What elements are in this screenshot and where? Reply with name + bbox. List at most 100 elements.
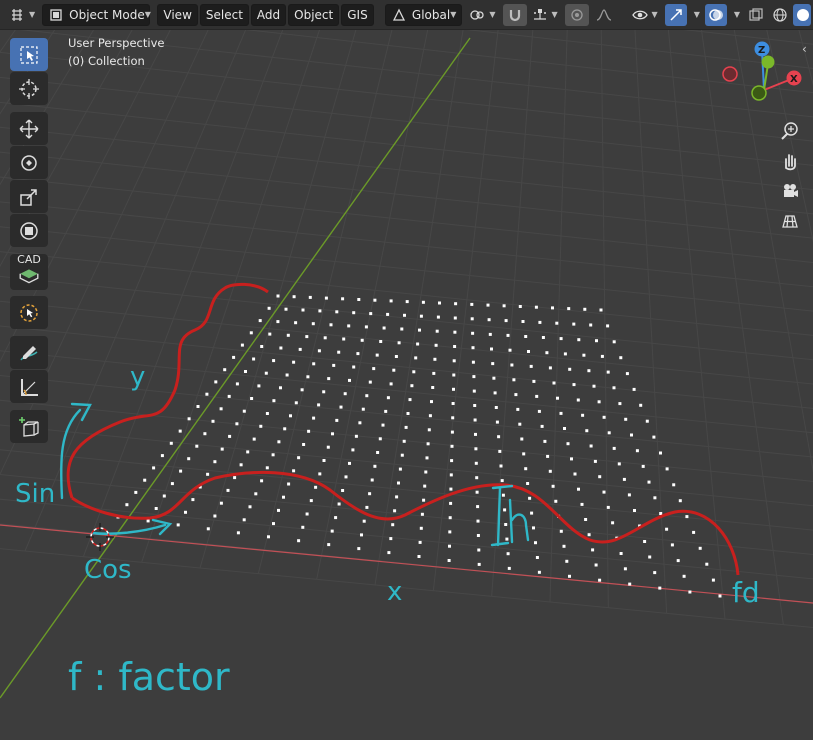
menu-view[interactable]: View xyxy=(157,3,198,26)
vertex-point xyxy=(475,490,479,494)
cursor-tool[interactable] xyxy=(10,72,48,105)
vertex-point xyxy=(395,495,399,499)
annotate-tool[interactable] xyxy=(10,336,48,369)
falloff-button[interactable] xyxy=(591,4,617,26)
pivot-point-button[interactable]: ▼ xyxy=(464,4,500,26)
vertex-point xyxy=(534,305,538,309)
vertex-point xyxy=(203,432,207,436)
vertex-point xyxy=(362,519,366,523)
sidebar-toggle-icon[interactable]: ‹ xyxy=(802,42,807,56)
vertex-point xyxy=(187,457,191,461)
vertex-point xyxy=(577,487,580,491)
move-tool[interactable] xyxy=(10,112,48,145)
proportional-edit-toggle[interactable] xyxy=(564,3,589,26)
menu-select[interactable]: Select xyxy=(199,3,249,26)
vertex-point xyxy=(448,530,452,534)
vertex-point xyxy=(279,346,283,350)
transform-tool[interactable] xyxy=(10,214,48,247)
gizmo-toggle[interactable] xyxy=(664,3,687,26)
viewport-scene[interactable]: y Sin Cos x h fd f : factor Z xyxy=(0,30,813,740)
vertex-point xyxy=(265,412,269,415)
vertex-point xyxy=(524,335,528,338)
vertex-point xyxy=(317,349,321,353)
snap-target-button[interactable]: ▼ xyxy=(527,4,563,26)
vertex-point xyxy=(599,308,603,312)
pan-button[interactable] xyxy=(776,147,804,175)
vertex-point xyxy=(471,360,475,364)
vertex-point xyxy=(419,314,423,318)
vertex-point xyxy=(279,386,282,390)
vertex-point xyxy=(125,503,129,507)
navigation-gizmo[interactable]: Z X xyxy=(722,41,802,101)
vertex-point xyxy=(283,427,287,431)
vertex-point xyxy=(392,368,396,372)
vertex-point xyxy=(358,421,362,425)
select-box-tool[interactable] xyxy=(10,38,48,71)
transform-orientation-select[interactable]: Global ▼ xyxy=(384,3,463,26)
3d-viewport[interactable]: y Sin Cos x h fd f : factor Z xyxy=(0,30,813,740)
measure-tool[interactable] xyxy=(10,370,48,403)
vertex-point xyxy=(271,453,275,457)
vertex-point xyxy=(633,509,636,512)
menu-gis[interactable]: GIS xyxy=(341,3,374,26)
vertex-point xyxy=(244,370,247,373)
vertex-point xyxy=(659,451,662,455)
vertex-point xyxy=(507,566,511,570)
vertex-point xyxy=(382,326,386,330)
vertex-point xyxy=(373,298,377,302)
mode-select[interactable]: Object Mode ▼ xyxy=(42,3,151,26)
vertex-point xyxy=(403,313,406,317)
gizmo-menu[interactable]: ▼ xyxy=(687,4,703,26)
visibility-button[interactable]: ▼ xyxy=(627,4,663,26)
vertex-point xyxy=(322,459,326,462)
menu-object[interactable]: Object xyxy=(288,3,340,26)
overlay-toggle[interactable] xyxy=(704,3,727,26)
vertex-point xyxy=(436,315,440,319)
vertex-point xyxy=(618,402,622,406)
rotate-tool[interactable] xyxy=(10,146,48,179)
pan-hand-icon xyxy=(785,154,796,171)
snap-toggle[interactable] xyxy=(502,3,527,26)
wireframe-shading-button[interactable] xyxy=(769,4,791,26)
vertex-point xyxy=(267,535,270,539)
vertex-point xyxy=(305,335,309,339)
menu-add[interactable]: Add xyxy=(250,3,287,26)
annotation-fd: fd xyxy=(732,576,760,609)
vertex-point xyxy=(418,328,421,332)
vertex-point xyxy=(665,527,669,531)
scale-tool[interactable] xyxy=(10,180,48,213)
vertex-point xyxy=(373,464,377,468)
vertex-point xyxy=(584,518,588,521)
vertex-point xyxy=(563,352,567,356)
zoom-button[interactable] xyxy=(776,117,804,145)
vertex-point xyxy=(625,372,629,376)
vertex-point xyxy=(593,459,597,463)
vertex-point xyxy=(272,522,275,526)
select-circle-tool[interactable] xyxy=(10,296,48,329)
vertex-point xyxy=(506,552,510,556)
vertex-point xyxy=(431,386,435,389)
vertex-point xyxy=(526,482,530,485)
zoom-icon xyxy=(781,122,798,140)
vertex-point xyxy=(453,345,457,348)
cad-tool[interactable]: CAD xyxy=(10,254,48,290)
ortho-toggle-button[interactable] xyxy=(776,207,804,235)
add-cube-tool[interactable] xyxy=(10,410,48,443)
vertex-point xyxy=(516,407,520,411)
camera-view-button[interactable] xyxy=(776,177,804,205)
orientation-label: Global xyxy=(411,7,451,22)
vertex-point xyxy=(249,331,253,335)
vertex-point xyxy=(397,341,401,345)
vertex-point xyxy=(449,473,453,477)
vertex-point xyxy=(369,312,373,316)
vertex-point xyxy=(587,369,591,373)
vertex-point xyxy=(606,505,610,509)
solid-shading-button[interactable] xyxy=(793,3,811,26)
vertex-point xyxy=(364,325,368,329)
xray-toggle[interactable] xyxy=(745,4,767,26)
vertex-point xyxy=(474,461,478,465)
vertex-point xyxy=(272,359,276,363)
overlay-menu[interactable]: ▼ xyxy=(727,4,743,26)
editor-type-button[interactable]: ▼ xyxy=(4,4,40,26)
pivot-icon xyxy=(469,7,485,23)
